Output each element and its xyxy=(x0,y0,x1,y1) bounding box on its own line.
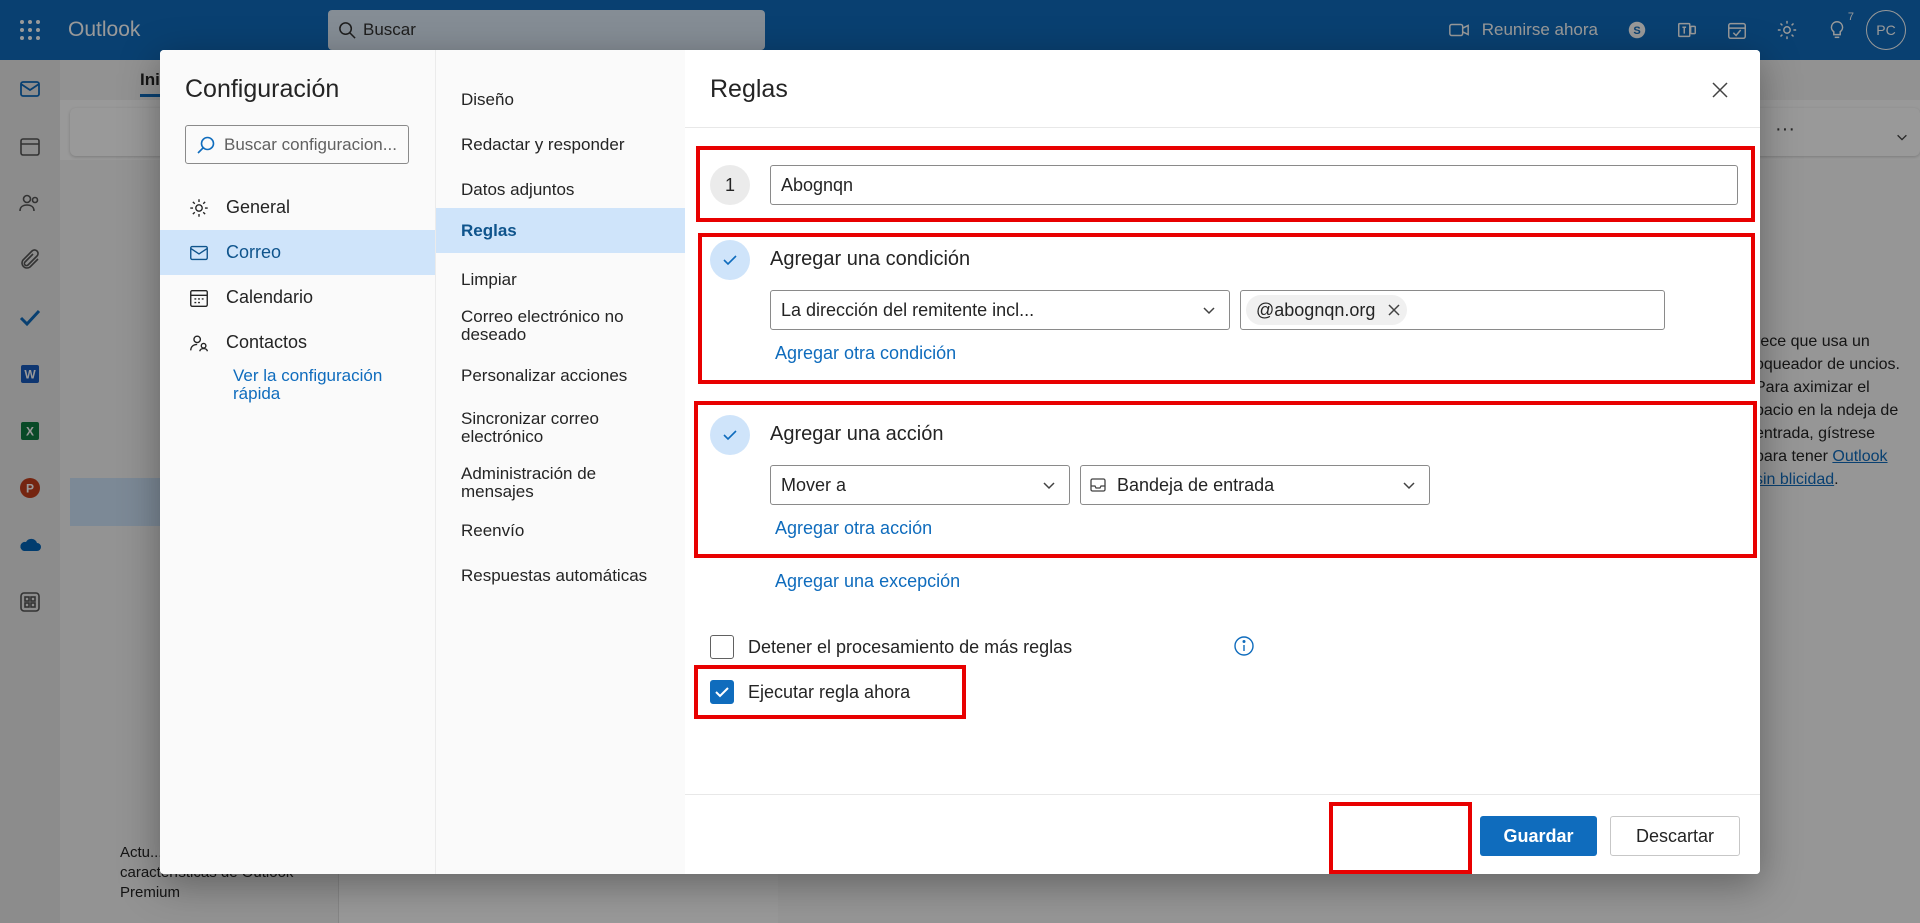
action-type-dropdown[interactable]: Mover a xyxy=(770,465,1070,505)
add-condition-link[interactable]: Agregar otra condición xyxy=(775,343,956,364)
settings-title: Configuración xyxy=(185,75,340,103)
step-number: 1 xyxy=(710,165,750,205)
gear-icon xyxy=(190,198,208,217)
folder-dropdown[interactable]: Bandeja de entrada xyxy=(1080,465,1430,505)
address-tag-text: @abognqn.org xyxy=(1256,299,1376,320)
subcategory-forwarding[interactable]: Reenvío xyxy=(436,519,686,543)
subcategory-compose[interactable]: Redactar y responder xyxy=(436,133,686,157)
category-mail-label: Correo xyxy=(226,242,282,262)
subcategory-layout[interactable]: Diseño xyxy=(436,88,686,112)
subcategory-rules[interactable]: Reglas xyxy=(436,208,686,253)
settings-category-nav: Configuración Buscar configuracion... Ge… xyxy=(160,50,435,874)
chevron-down-icon xyxy=(1189,291,1229,329)
category-calendar[interactable]: Calendario xyxy=(160,275,435,320)
info-icon[interactable] xyxy=(1233,635,1255,657)
quick-settings-link[interactable]: Ver la configuración rápida xyxy=(233,367,423,403)
action-title: Agregar una acción xyxy=(770,423,944,445)
subcategory-sync[interactable]: Sincronizar correo electrónico xyxy=(436,408,606,448)
close-button[interactable] xyxy=(1705,75,1735,105)
calendar-icon xyxy=(190,289,208,307)
settings-subcategory-nav: Diseño Redactar y responder Datos adjunt… xyxy=(435,50,686,874)
category-general-label: General xyxy=(226,197,291,217)
add-action-link[interactable]: Agregar otra acción xyxy=(775,518,932,539)
stop-processing-label: Detener el procesamiento de más reglas xyxy=(748,637,1073,657)
category-general[interactable]: General xyxy=(160,185,435,230)
rules-heading: Reglas xyxy=(710,75,788,103)
header-divider xyxy=(685,127,1760,128)
category-mail[interactable]: Correo xyxy=(160,230,435,275)
add-exception-link[interactable]: Agregar una excepción xyxy=(775,571,960,592)
settings-search-input[interactable]: Buscar configuracion... xyxy=(185,125,409,164)
settings-dialog: Configuración Buscar configuracion... Ge… xyxy=(160,50,1760,874)
subcategory-message-handling[interactable]: Administración de mensajes xyxy=(436,463,611,503)
condition-title: Agregar una condición xyxy=(770,248,971,270)
chevron-down-icon xyxy=(1389,466,1429,504)
discard-button[interactable]: Descartar xyxy=(1610,816,1740,856)
close-icon xyxy=(1712,82,1728,98)
subcategory-customize-actions[interactable]: Personalizar acciones xyxy=(436,364,686,388)
action-type-value: Mover a xyxy=(781,474,847,495)
save-button[interactable]: Guardar xyxy=(1480,816,1597,856)
contacts-icon xyxy=(190,334,208,351)
inbox-icon xyxy=(1090,478,1106,492)
category-contacts-label: Contactos xyxy=(226,332,308,352)
action-check-icon xyxy=(710,415,750,455)
remove-tag-icon[interactable] xyxy=(1387,303,1401,317)
run-now-label: Ejecutar regla ahora xyxy=(748,682,911,702)
category-contacts[interactable]: Contactos xyxy=(160,320,435,365)
highlight-save xyxy=(1329,802,1472,874)
stop-processing-checkbox[interactable] xyxy=(710,635,734,659)
subcategory-automatic-replies[interactable]: Respuestas automáticas xyxy=(436,564,686,588)
search-icon xyxy=(197,136,215,154)
condition-check-icon xyxy=(710,240,750,280)
footer-divider xyxy=(685,794,1760,795)
subcategory-junk[interactable]: Correo electrónico no deseado xyxy=(436,306,631,346)
folder-value: Bandeja de entrada xyxy=(1117,474,1275,495)
checkmark-icon xyxy=(715,687,729,698)
settings-search-placeholder: Buscar configuracion... xyxy=(224,134,397,154)
address-tag: @abognqn.org xyxy=(1246,295,1408,325)
rule-editor: Reglas 1 Abognqn Agregar una condición L… xyxy=(685,50,1760,874)
subcategory-sweep[interactable]: Limpiar xyxy=(436,268,686,292)
condition-value-field[interactable]: @abognqn.org xyxy=(1240,290,1665,330)
category-calendar-label: Calendario xyxy=(226,287,314,307)
run-now-checkbox[interactable] xyxy=(710,680,734,704)
rule-name-input[interactable]: Abognqn xyxy=(770,165,1738,205)
condition-type-value: La dirección del remitente incl... xyxy=(781,299,1035,320)
subcategory-attachments[interactable]: Datos adjuntos xyxy=(436,178,686,202)
condition-type-dropdown[interactable]: La dirección del remitente incl... xyxy=(770,290,1230,330)
mail-icon xyxy=(190,245,208,260)
chevron-down-icon xyxy=(1029,466,1069,504)
